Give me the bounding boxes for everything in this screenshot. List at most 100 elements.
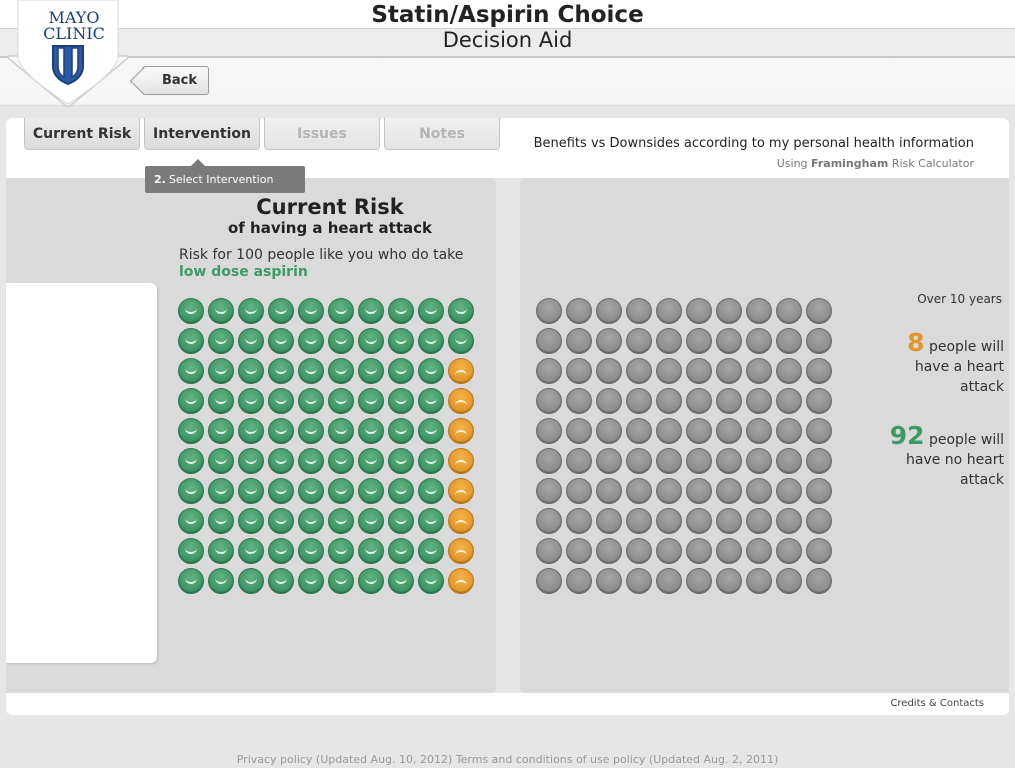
person-icon: [536, 418, 562, 444]
person-icon: [536, 478, 562, 504]
person-icon: [806, 448, 832, 474]
calc-prefix: Using: [776, 157, 812, 170]
person-icon: [776, 538, 802, 564]
stat-period: Over 10 years: [917, 292, 1002, 306]
happy-face-icon: [298, 358, 324, 384]
happy-face-icon: [178, 358, 204, 384]
tab-notes[interactable]: Notes: [384, 118, 500, 150]
happy-face-icon: [298, 538, 324, 564]
back-button[interactable]: Back: [142, 66, 209, 95]
sad-face-icon: [448, 388, 474, 414]
calc-suffix: Risk Calculator: [888, 157, 974, 170]
happy-face-icon: [178, 328, 204, 354]
happy-face-icon: [388, 298, 414, 324]
app-subtitle: Decision Aid: [442, 28, 573, 52]
person-icon: [656, 328, 682, 354]
happy-face-icon: [328, 478, 354, 504]
person-icon: [656, 358, 682, 384]
happy-face-icon: [388, 478, 414, 504]
happy-face-icon: [418, 358, 444, 384]
happy-face-icon: [178, 418, 204, 444]
person-icon: [566, 568, 592, 594]
tooltip-text: Select Intervention: [168, 173, 274, 186]
person-icon: [806, 388, 832, 414]
sad-face-icon: [448, 508, 474, 534]
person-icon: [806, 568, 832, 594]
footer-policies[interactable]: Privacy policy (Updated Aug. 10, 2012) T…: [0, 753, 1015, 766]
person-icon: [626, 358, 652, 384]
happy-face-icon: [418, 388, 444, 414]
happy-face-icon: [178, 478, 204, 504]
person-icon: [806, 478, 832, 504]
happy-face-icon: [388, 448, 414, 474]
happy-face-icon: [178, 388, 204, 414]
person-icon: [746, 568, 772, 594]
happy-face-icon: [268, 358, 294, 384]
sad-face-icon: [448, 538, 474, 564]
person-icon: [536, 358, 562, 384]
person-icon: [716, 328, 742, 354]
heart-attack-stat: 8 people will have a heart attack: [874, 330, 1004, 397]
person-icon: [746, 298, 772, 324]
sad-face-icon: [448, 448, 474, 474]
person-icon: [596, 358, 622, 384]
person-icon: [746, 328, 772, 354]
person-icon: [566, 418, 592, 444]
credits-link[interactable]: Credits & Contacts: [890, 698, 984, 709]
happy-face-icon: [328, 328, 354, 354]
person-icon: [566, 538, 592, 564]
happy-face-icon: [268, 568, 294, 594]
happy-face-icon: [418, 478, 444, 504]
person-icon: [746, 478, 772, 504]
person-icon: [566, 298, 592, 324]
happy-face-icon: [328, 298, 354, 324]
happy-face-icon: [328, 418, 354, 444]
tab-current-risk[interactable]: Current Risk: [24, 118, 140, 150]
happy-face-icon: [388, 388, 414, 414]
happy-face-icon: [238, 358, 264, 384]
risk-icon-array: [178, 298, 475, 595]
happy-face-icon: [238, 568, 264, 594]
tooltip-step: 2.: [154, 173, 166, 186]
heart-attack-count: 8: [907, 328, 925, 357]
person-icon: [776, 388, 802, 414]
happy-face-icon: [238, 298, 264, 324]
person-icon: [686, 538, 712, 564]
person-icon: [716, 298, 742, 324]
happy-face-icon: [298, 328, 324, 354]
happy-face-icon: [238, 478, 264, 504]
happy-face-icon: [238, 328, 264, 354]
person-icon: [716, 418, 742, 444]
person-icon: [716, 448, 742, 474]
person-icon: [626, 388, 652, 414]
tab-issues[interactable]: Issues: [264, 118, 380, 150]
calc-name: Framingham: [811, 157, 889, 170]
happy-face-icon: [448, 328, 474, 354]
happy-face-icon: [268, 508, 294, 534]
happy-face-icon: [178, 538, 204, 564]
person-icon: [626, 448, 652, 474]
happy-face-icon: [388, 328, 414, 354]
back-button-label: Back: [161, 73, 198, 88]
person-icon: [596, 538, 622, 564]
person-icon: [566, 478, 592, 504]
person-icon: [776, 568, 802, 594]
person-icon: [566, 508, 592, 534]
tab-intervention[interactable]: Intervention: [144, 118, 260, 150]
happy-face-icon: [418, 568, 444, 594]
person-icon: [656, 538, 682, 564]
happy-face-icon: [358, 418, 384, 444]
stats-card: [6, 283, 157, 663]
happy-face-icon: [268, 478, 294, 504]
no-attack-count: 92: [889, 421, 925, 450]
person-icon: [656, 388, 682, 414]
happy-face-icon: [388, 508, 414, 534]
happy-face-icon: [298, 508, 324, 534]
sad-face-icon: [448, 418, 474, 444]
person-icon: [806, 328, 832, 354]
person-icon: [566, 358, 592, 384]
person-icon: [626, 328, 652, 354]
happy-face-icon: [238, 508, 264, 534]
happy-face-icon: [268, 298, 294, 324]
happy-face-icon: [328, 508, 354, 534]
